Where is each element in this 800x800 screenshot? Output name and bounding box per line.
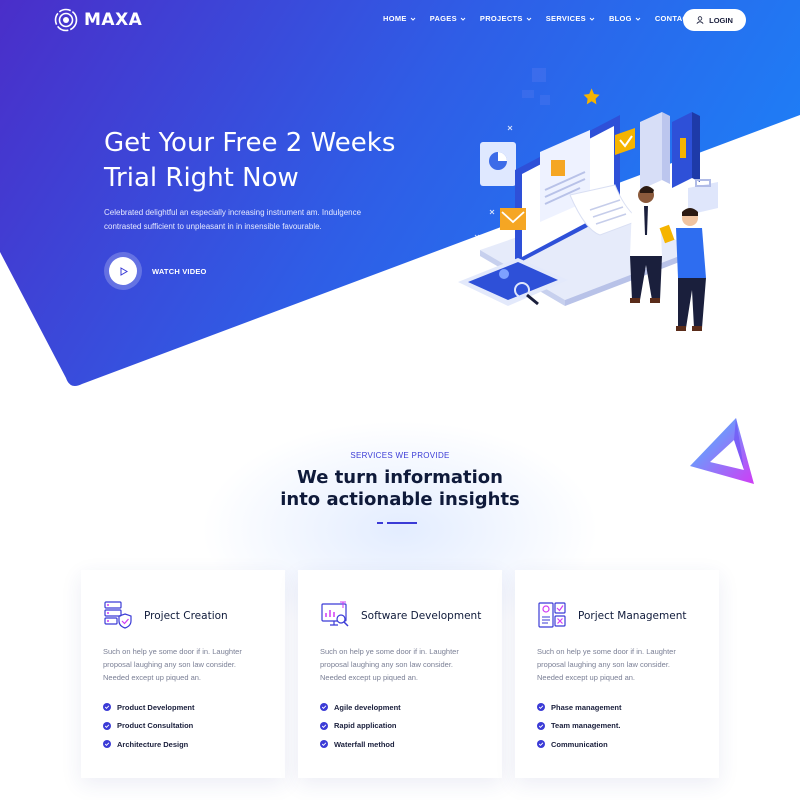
hero-description: Celebrated delightful an especially incr… (104, 208, 362, 231)
user-icon (696, 16, 704, 24)
check-circle-icon (320, 740, 328, 749)
nav-item-services[interactable]: SERVICES (546, 14, 595, 23)
hero-title: Get Your Free 2 Weeks Trial Right Now (104, 126, 444, 196)
nav-item-label: BLOG (608, 14, 632, 23)
card-feature-list: Agile development Rapid application Wate… (320, 698, 401, 754)
card-title: Project Creation (144, 610, 228, 622)
chevron-down-icon (635, 17, 641, 21)
main-nav: HOME PAGES PROJECTS SERVICES BLOG CONTAC… (383, 14, 707, 23)
list-item: Rapid application (320, 717, 401, 736)
chevron-down-icon (526, 17, 532, 21)
nav-item-home[interactable]: HOME (383, 14, 416, 23)
watch-video-button[interactable]: WATCH VIDEO (104, 252, 207, 290)
nav-item-label: PAGES (429, 14, 457, 23)
chevron-down-icon (410, 17, 416, 21)
nav-item-projects[interactable]: PROJECTS (480, 14, 532, 23)
triangle-decoration-icon (690, 418, 754, 484)
analytics-search-icon (321, 601, 349, 627)
nav-item-label: HOME (383, 14, 407, 23)
card-description: Such on help ye some door if in. Laughte… (537, 647, 676, 682)
list-item: Architecture Design (103, 735, 195, 754)
floating-panels-icon (522, 68, 600, 105)
site-header: MAXA HOME PAGES PROJECTS SERVICES BLOG C… (0, 0, 800, 40)
card-title: Software Development (361, 610, 482, 622)
card-title: Porject Management (578, 610, 687, 622)
list-item-label: Agile development (334, 702, 401, 712)
nav-item-blog[interactable]: BLOG (609, 14, 641, 23)
list-item: Phase management (537, 698, 621, 717)
check-circle-icon (537, 703, 545, 712)
service-cards: Project Creation Such on help ye some do… (81, 570, 721, 780)
profile-documents-icon (538, 602, 566, 628)
list-item-label: Architecture Design (117, 739, 189, 749)
play-ring (104, 252, 142, 290)
card-description: Such on help ye some door if in. Laughte… (103, 647, 242, 682)
card-feature-list: Phase management Team management. Commun… (537, 698, 621, 754)
check-circle-icon (320, 703, 328, 712)
check-circle-icon (103, 703, 111, 712)
email-icon (500, 208, 526, 230)
nav-item-pages[interactable]: PAGES (430, 14, 466, 23)
list-item-label: Phase management (551, 702, 622, 712)
hero-illustration (458, 68, 718, 331)
brand-name: MAXA (84, 10, 143, 30)
landing-page: MAXA HOME PAGES PROJECTS SERVICES BLOG C… (0, 0, 800, 800)
play-button[interactable] (109, 257, 137, 285)
list-item-label: Communication (551, 739, 608, 749)
check-circle-icon (320, 721, 328, 730)
pie-chart-card-icon (480, 142, 516, 186)
nav-item-label: SERVICES (545, 14, 586, 23)
hero-title-line2: Trial Right Now (104, 163, 299, 193)
check-circle-icon (103, 721, 111, 730)
businessman-right (659, 208, 706, 331)
chevron-down-icon (460, 17, 466, 21)
chevron-down-icon (589, 17, 595, 21)
list-item: Waterfall method (320, 735, 401, 754)
list-item-label: Rapid application (334, 721, 397, 731)
hero-title-line1: Get Your Free 2 Weeks (104, 128, 396, 158)
card-description: Such on help ye some door if in. Laughte… (320, 647, 459, 682)
list-item: Agile development (320, 698, 401, 717)
service-card[interactable]: Porject Management Such on help ye some … (515, 570, 719, 778)
list-item-label: Team management. (551, 721, 621, 731)
nav-item-label: PROJECTS (479, 14, 523, 23)
card-feature-list: Product Development Product Consultation… (103, 698, 195, 754)
login-button[interactable]: LOGIN (683, 9, 746, 31)
title-divider (377, 522, 417, 524)
play-icon (120, 266, 128, 276)
check-circle-icon (103, 740, 111, 749)
services-title: We turn information into actionable insi… (250, 467, 550, 511)
login-label: LOGIN (709, 15, 733, 25)
list-item: Product Consultation (103, 717, 195, 736)
businessman-left (630, 186, 662, 303)
check-circle-icon (537, 740, 545, 749)
binders-icon (640, 112, 700, 190)
list-item: Communication (537, 735, 621, 754)
list-item-label: Product Consultation (117, 721, 194, 731)
brand-logo[interactable]: MAXA (54, 8, 142, 32)
services-title-line1: We turn information (297, 467, 503, 488)
list-item-label: Product Development (117, 702, 195, 712)
service-card[interactable]: Project Creation Such on help ye some do… (81, 570, 285, 778)
watch-video-label: WATCH VIDEO (152, 266, 207, 276)
services-title-line2: into actionable insights (280, 489, 520, 510)
check-circle-icon (537, 721, 545, 730)
server-shield-icon (104, 601, 132, 629)
service-card[interactable]: Software Development Such on help ye som… (298, 570, 502, 778)
logo-icon (54, 8, 78, 32)
services-eyebrow: SERVICES WE PROVIDE (350, 451, 450, 460)
list-item: Product Development (103, 698, 195, 717)
list-item: Team management. (537, 717, 621, 736)
list-item-label: Waterfall method (334, 739, 395, 749)
